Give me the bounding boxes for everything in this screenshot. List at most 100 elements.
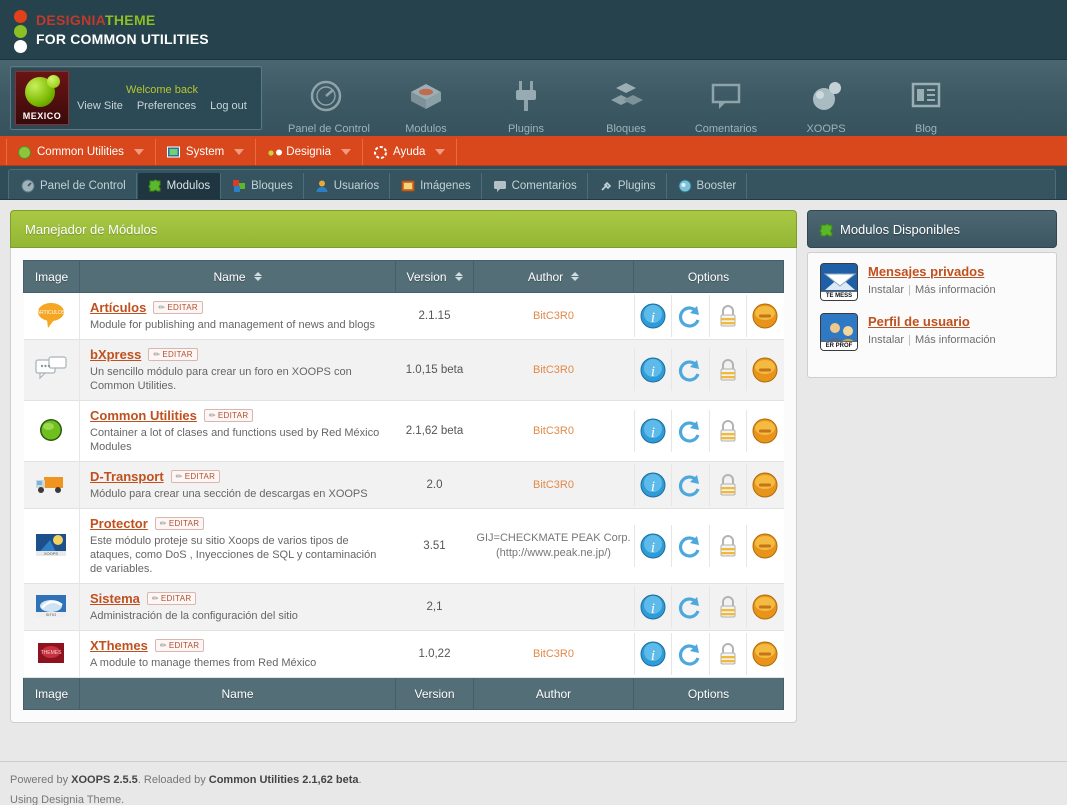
designia-dots-icon [267, 146, 280, 159]
option-update-button[interactable] [671, 410, 709, 452]
edit-module-badge[interactable]: ✏EDITAR [171, 470, 221, 483]
module-name-link[interactable]: bXpress [90, 347, 141, 362]
cell-options: i [634, 509, 784, 584]
edit-module-badge[interactable]: ✏EDITAR [155, 639, 205, 652]
module-name-link[interactable]: Common Utilities [90, 408, 197, 423]
user-icon [315, 179, 329, 193]
topnav-panel-de-control[interactable]: Panel de Control [288, 76, 364, 135]
option-update-button[interactable] [671, 295, 709, 337]
install-link[interactable]: Instalar [868, 334, 904, 346]
option-uninstall-button[interactable] [746, 295, 784, 337]
topnav-blog[interactable]: Blog [888, 76, 964, 135]
menu-common-utilities[interactable]: Common Utilities [6, 139, 156, 165]
banner-subtitle: FOR COMMON UTILITIES [36, 31, 209, 47]
cell-name: Protector✏EDITAREste módulo proteje su s… [80, 509, 396, 584]
col-version[interactable]: Version [396, 261, 474, 293]
preferences-link[interactable]: Preferences [137, 100, 196, 112]
option-lock-button[interactable] [709, 525, 747, 567]
tab-label: Comentarios [512, 180, 577, 192]
view-site-link[interactable]: View Site [77, 100, 123, 112]
edit-module-badge[interactable]: ✏EDITAR [153, 301, 203, 314]
option-info-button[interactable]: i [634, 525, 672, 567]
module-description: Módulo para crear una sección de descarg… [90, 487, 386, 501]
topnav-bloques[interactable]: Bloques [588, 76, 664, 135]
tab-booster[interactable]: Booster [668, 173, 748, 199]
module-author: GIJ=CHECKMATE PEAK Corp.(http://www.peak… [476, 532, 630, 559]
option-lock-button[interactable] [709, 410, 747, 452]
option-uninstall-button[interactable] [746, 633, 784, 675]
sort-toggle-version-icon[interactable] [455, 272, 463, 281]
tab-plugins[interactable]: Plugins [589, 173, 667, 199]
tab-bloques[interactable]: Bloques [222, 173, 304, 199]
footer-line-1: Powered by XOOPS 2.5.5. Reloaded by Comm… [10, 774, 1057, 786]
lock-icon [715, 357, 741, 383]
module-name-link[interactable]: XThemes [90, 638, 148, 653]
col-version-label: Version [406, 270, 446, 284]
chevron-down-icon [341, 149, 351, 155]
edit-module-badge[interactable]: ✏EDITAR [204, 409, 254, 422]
option-update-button[interactable] [671, 349, 709, 391]
option-info-button[interactable]: i [634, 295, 672, 337]
col-author[interactable]: Author [474, 261, 634, 293]
footer-powered-mid: . Reloaded by [138, 774, 209, 786]
tab-label: Panel de Control [40, 180, 126, 192]
more-info-link[interactable]: Más información [915, 284, 996, 296]
option-uninstall-button[interactable] [746, 349, 784, 391]
cell-author: BitC3R0 [474, 401, 634, 462]
option-update-button[interactable] [671, 586, 709, 628]
option-lock-button[interactable] [709, 349, 747, 391]
option-lock-button[interactable] [709, 586, 747, 628]
footer-powered-suffix: . [359, 774, 362, 786]
tab-comentarios[interactable]: Comentarios [483, 173, 588, 199]
edit-module-badge[interactable]: ✏EDITAR [155, 517, 205, 530]
option-lock-button[interactable] [709, 633, 747, 675]
menu-designia[interactable]: Designia [256, 139, 363, 165]
tab-usuarios[interactable]: Usuarios [305, 173, 390, 199]
topnav-plugins[interactable]: Plugins [488, 76, 564, 135]
option-uninstall-button[interactable] [746, 410, 784, 452]
tab-imagenes[interactable]: Imágenes [391, 173, 482, 199]
option-update-button[interactable] [671, 525, 709, 567]
sidebar-column: Modulos Disponibles TE MESSMensajes priv… [807, 210, 1057, 751]
edit-module-badge[interactable]: ✏EDITAR [148, 348, 198, 361]
option-uninstall-button[interactable] [746, 525, 784, 567]
available-module-title[interactable]: Mensajes privados [868, 264, 984, 279]
option-info-button[interactable]: i [634, 633, 672, 675]
col-name-label: Name [213, 270, 245, 284]
option-info-button[interactable]: i [634, 349, 672, 391]
sort-toggle-name-icon[interactable] [254, 272, 262, 281]
module-name-link[interactable]: Protector [90, 516, 148, 531]
available-module-title[interactable]: Perfil de usuario [868, 314, 970, 329]
tab-modulos[interactable]: Modulos [138, 173, 221, 199]
uninstall-icon [752, 303, 778, 329]
menu-system[interactable]: System [156, 139, 256, 165]
install-link[interactable]: Instalar [868, 284, 904, 296]
edit-module-badge[interactable]: ✏EDITAR [147, 592, 197, 605]
module-name-link[interactable]: D-Transport [90, 469, 164, 484]
option-uninstall-button[interactable] [746, 464, 784, 506]
option-update-button[interactable] [671, 633, 709, 675]
more-info-link[interactable]: Más información [915, 334, 996, 346]
topnav-comentarios[interactable]: Comentarios [688, 76, 764, 135]
menu-ayuda[interactable]: Ayuda [363, 139, 457, 165]
topnav-modulos[interactable]: Modulos [388, 76, 464, 135]
option-info-button[interactable]: i [634, 586, 672, 628]
module-name-link[interactable]: Sistema [90, 591, 140, 606]
topnav-xoops[interactable]: XOOPS [788, 76, 864, 135]
cell-options: i [634, 401, 784, 462]
user-links: View Site Preferences Log out [69, 100, 255, 112]
option-lock-button[interactable] [709, 295, 747, 337]
option-lock-button[interactable] [709, 464, 747, 506]
tab-panel-de-control[interactable]: Panel de Control [11, 173, 137, 199]
option-info-button[interactable]: i [634, 464, 672, 506]
sort-toggle-author-icon[interactable] [571, 272, 579, 281]
option-update-button[interactable] [671, 464, 709, 506]
option-info-button[interactable]: i [634, 410, 672, 452]
gauge-icon [21, 179, 35, 193]
option-uninstall-button[interactable] [746, 586, 784, 628]
module-name-link[interactable]: Artículos [90, 300, 146, 315]
logout-link[interactable]: Log out [210, 100, 247, 112]
help-icon [374, 146, 387, 159]
col-name[interactable]: Name [80, 261, 396, 293]
info-icon: i [640, 303, 666, 329]
